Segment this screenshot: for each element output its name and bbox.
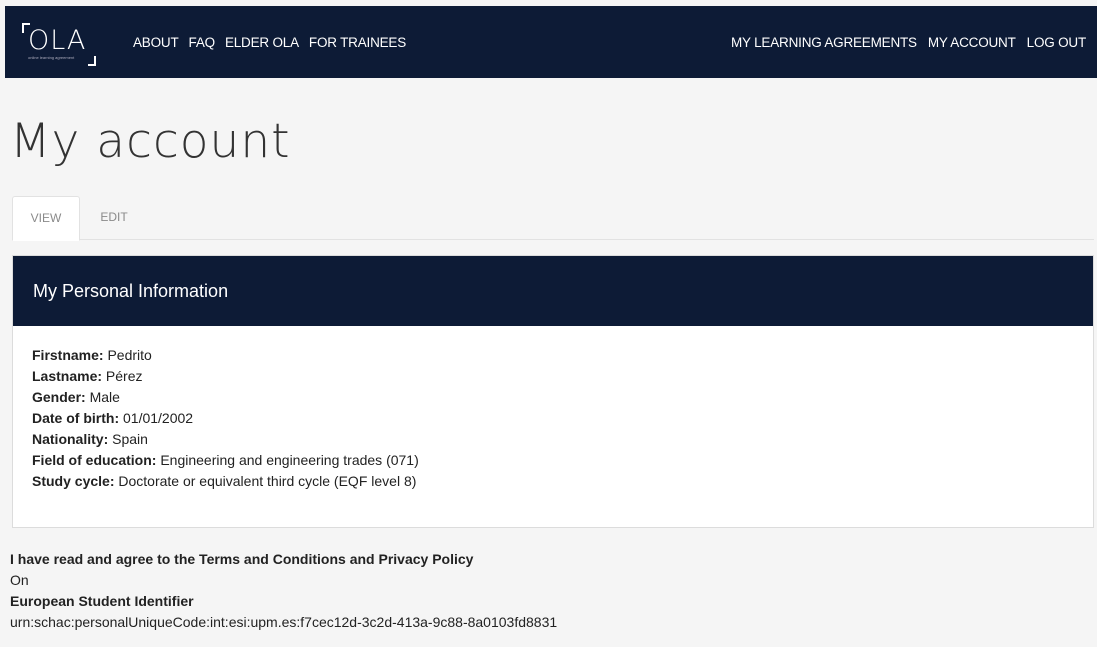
nav-link-for-trainees[interactable]: FOR TRAINEES xyxy=(309,35,406,50)
info-value: Engineering and engineering trades (071) xyxy=(160,452,419,468)
nav-link-log-out[interactable]: LOG OUT xyxy=(1027,35,1087,50)
nav-link-my-account[interactable]: MY ACCOUNT xyxy=(928,35,1016,50)
logo-tagline: online learning agreement xyxy=(28,55,75,60)
info-value: 01/01/2002 xyxy=(123,410,194,426)
info-row-lastname: Lastname: Pérez xyxy=(32,366,419,387)
nav-link-faq[interactable]: FAQ xyxy=(189,35,216,50)
terms-value: On xyxy=(10,572,29,588)
panel-title: My Personal Information xyxy=(13,256,1093,326)
info-row-study-cycle: Study cycle: Doctorate or equivalent thi… xyxy=(32,471,419,492)
logo-bracket-bottom-right xyxy=(88,56,96,66)
top-navbar: OLA online learning agreement ABOUT FAQ … xyxy=(5,6,1097,78)
esi-label: European Student Identifier xyxy=(10,593,194,609)
info-value: Pérez xyxy=(105,368,143,384)
info-label: Gender: xyxy=(32,389,86,405)
info-row-field-of-education: Field of education: Engineering and engi… xyxy=(32,450,419,471)
info-label: Nationality: xyxy=(32,431,109,447)
info-value: Spain xyxy=(112,431,148,447)
tab-view[interactable]: VIEW xyxy=(12,196,80,241)
info-label: Firstname: xyxy=(32,347,104,363)
info-label: Date of birth: xyxy=(32,410,120,426)
nav-link-my-learning-agreements[interactable]: MY LEARNING AGREEMENTS xyxy=(731,35,917,50)
logo-text: OLA xyxy=(28,25,87,56)
tab-edit[interactable]: EDIT xyxy=(94,196,134,238)
info-row-nationality: Nationality: Spain xyxy=(32,429,419,450)
info-row-gender: Gender: Male xyxy=(32,387,419,408)
nav-link-elder-ola[interactable]: ELDER OLA xyxy=(225,35,299,50)
info-row-firstname: Firstname: Pedrito xyxy=(32,345,419,366)
nav-left-links: ABOUT FAQ ELDER OLA FOR TRAINEES xyxy=(133,35,406,50)
nav-right-links: MY LEARNING AGREEMENTS MY ACCOUNT LOG OU… xyxy=(731,35,1086,50)
info-value: Male xyxy=(89,389,120,405)
info-label: Field of education: xyxy=(32,452,157,468)
personal-info-list: Firstname: Pedrito Lastname: Pérez Gende… xyxy=(32,345,419,492)
info-value: Pedrito xyxy=(107,347,152,363)
terms-label: I have read and agree to the Terms and C… xyxy=(10,551,474,567)
info-label: Study cycle: xyxy=(32,473,115,489)
info-row-date-of-birth: Date of birth: 01/01/2002 xyxy=(32,408,419,429)
info-value: Doctorate or equivalent third cycle (EQF… xyxy=(118,473,417,489)
info-label: Lastname: xyxy=(32,368,103,384)
account-extra-info: I have read and agree to the Terms and C… xyxy=(10,549,557,633)
ola-logo[interactable]: OLA online learning agreement xyxy=(22,23,102,66)
account-tabs: VIEW EDIT xyxy=(12,196,1094,241)
nav-link-about[interactable]: ABOUT xyxy=(133,35,179,50)
page-title: My account xyxy=(10,114,291,169)
esi-value: urn:schac:personalUniqueCode:int:esi:upm… xyxy=(10,614,558,630)
